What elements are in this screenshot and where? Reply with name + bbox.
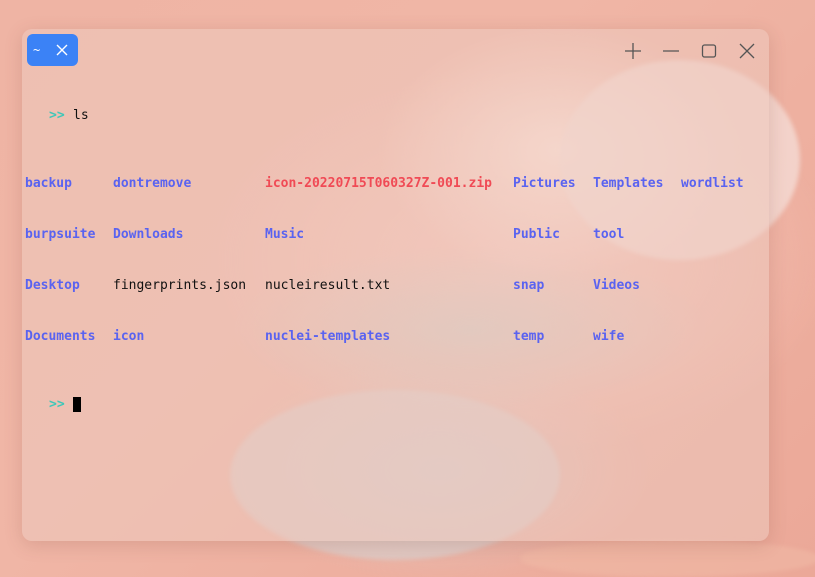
listing-row: burpsuite Downloads Music Public tool <box>25 226 761 243</box>
listing-entry: Music <box>265 227 305 242</box>
listing-entry: Templates <box>593 176 664 191</box>
new-tab-icon[interactable] <box>623 41 643 61</box>
listing-entry <box>681 277 761 294</box>
window-controls <box>623 41 757 61</box>
listing-entry: fingerprints.json <box>113 278 247 293</box>
listing-entry <box>681 328 761 345</box>
listing-entry: snap <box>513 278 545 293</box>
prompt-symbol: >> <box>49 108 65 123</box>
prompt-symbol: >> <box>49 397 65 412</box>
listing-entry: Desktop <box>25 278 80 293</box>
listing-entry: Pictures <box>513 176 576 191</box>
close-icon[interactable] <box>737 41 757 61</box>
listing-entry: dontremove <box>113 176 192 191</box>
command-text: ls <box>73 108 89 123</box>
listing-entry: icon <box>113 329 145 344</box>
terminal-output[interactable]: >> ls backup dontremove icon-20220715T060… <box>25 73 761 447</box>
command-line: >> ls <box>25 107 761 124</box>
listing-entry: burpsuite <box>25 227 96 242</box>
listing-entry: wordlist <box>681 176 744 191</box>
listing-entry: nucleiresult.txt <box>265 278 391 293</box>
listing-entry: backup <box>25 176 72 191</box>
listing-entry: nuclei-templates <box>265 329 391 344</box>
wallpaper-shape <box>520 540 815 577</box>
maximize-icon[interactable] <box>699 41 719 61</box>
tab-label: ~ <box>33 43 41 57</box>
listing-entry <box>681 226 761 243</box>
listing-entry: Videos <box>593 278 640 293</box>
listing-row: Desktop fingerprints.json nucleiresult.t… <box>25 277 761 294</box>
minimize-icon[interactable] <box>661 41 681 61</box>
listing-entry: temp <box>513 329 545 344</box>
listing-entry: wife <box>593 329 625 344</box>
text-cursor <box>73 397 81 412</box>
listing-entry: icon-20220715T060327Z-001.zip <box>265 176 492 191</box>
listing-row: Documents icon nuclei-templates temp wif… <box>25 328 761 345</box>
listing-entry: Documents <box>25 329 96 344</box>
terminal-window: ~ >> ls backup dontremove icon-20220715T… <box>22 29 769 541</box>
listing-row: backup dontremove icon-20220715T060327Z-… <box>25 175 761 192</box>
listing-entry: Public <box>513 227 560 242</box>
listing-entry: Downloads <box>113 227 184 242</box>
input-line[interactable]: >> <box>25 396 761 413</box>
listing-entry: tool <box>593 227 625 242</box>
terminal-tab[interactable]: ~ <box>27 34 78 66</box>
close-tab-icon[interactable] <box>55 43 69 57</box>
